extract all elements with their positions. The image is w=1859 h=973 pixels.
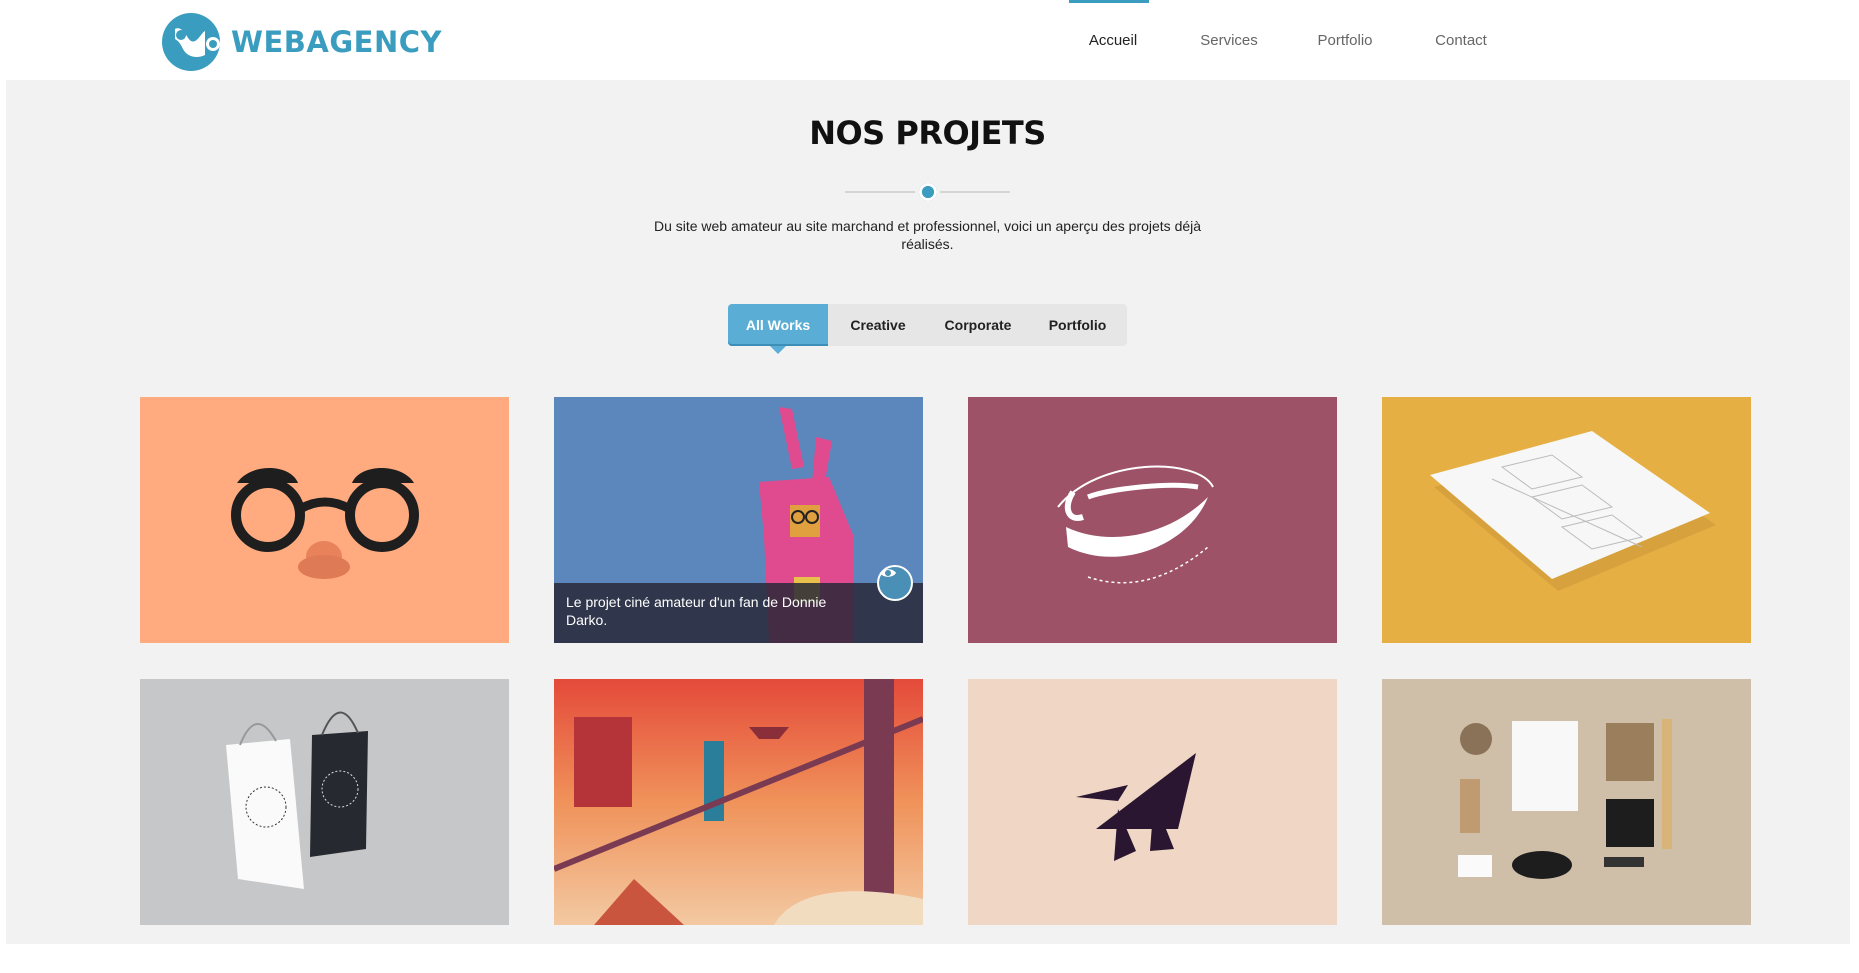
portfolio-tile-stationery[interactable]: [1382, 679, 1751, 925]
portfolio-tile-paper[interactable]: [1382, 397, 1751, 643]
rocket-logo: [968, 679, 1337, 925]
paper-mockup: [1382, 397, 1751, 643]
portfolio-tile-rocket[interactable]: [968, 679, 1337, 925]
filter-corporate[interactable]: Corporate: [928, 304, 1028, 346]
divider-dot-icon: [919, 183, 937, 201]
stationery-mockup: [1382, 679, 1751, 925]
nav-item-portfolio[interactable]: Portfolio: [1287, 0, 1403, 80]
portfolio-tile-glasses[interactable]: [140, 397, 509, 643]
filter-portfolio[interactable]: Portfolio: [1028, 304, 1127, 346]
section-subtitle: Du site web amateur au site marchand et …: [653, 218, 1202, 252]
eye-icon[interactable]: [877, 565, 913, 601]
nav-item-accueil[interactable]: Accueil: [1055, 0, 1171, 80]
section-title: NOS PROJETS: [809, 114, 1046, 152]
portfolio-tile-bags[interactable]: [140, 679, 509, 925]
nav-item-services[interactable]: Services: [1171, 0, 1287, 80]
glasses-illustration: [140, 397, 509, 643]
brand-name: WEBAGENCY: [231, 25, 443, 59]
portfolio-tile-pompadour[interactable]: [968, 397, 1337, 643]
logo-mark-icon: [161, 11, 223, 73]
brand-logo[interactable]: WEBAGENCY: [161, 11, 442, 73]
filter-bar: All Works Creative Corporate Portfolio: [728, 304, 1127, 354]
main-nav: Accueil Services Portfolio Contact: [1055, 0, 1519, 80]
filter-creative[interactable]: Creative: [828, 304, 928, 346]
title-divider: [845, 182, 1010, 202]
city-illustration: [554, 679, 923, 925]
portfolio-tile-bunny[interactable]: Le projet ciné amateur d'un fan de Donni…: [554, 397, 923, 643]
filter-all-works[interactable]: All Works: [728, 304, 828, 354]
nav-item-contact[interactable]: Contact: [1403, 0, 1519, 80]
site-header: WEBAGENCY Accueil Services Portfolio Con…: [0, 0, 1859, 80]
portfolio-tile-city[interactable]: [554, 679, 923, 925]
tile-caption-text: Le projet ciné amateur d'un fan de Donni…: [566, 594, 827, 628]
pompadour-logo: [968, 397, 1337, 643]
tile-caption: Le projet ciné amateur d'un fan de Donni…: [554, 565, 923, 643]
shopping-bags-mockup: [140, 679, 509, 925]
